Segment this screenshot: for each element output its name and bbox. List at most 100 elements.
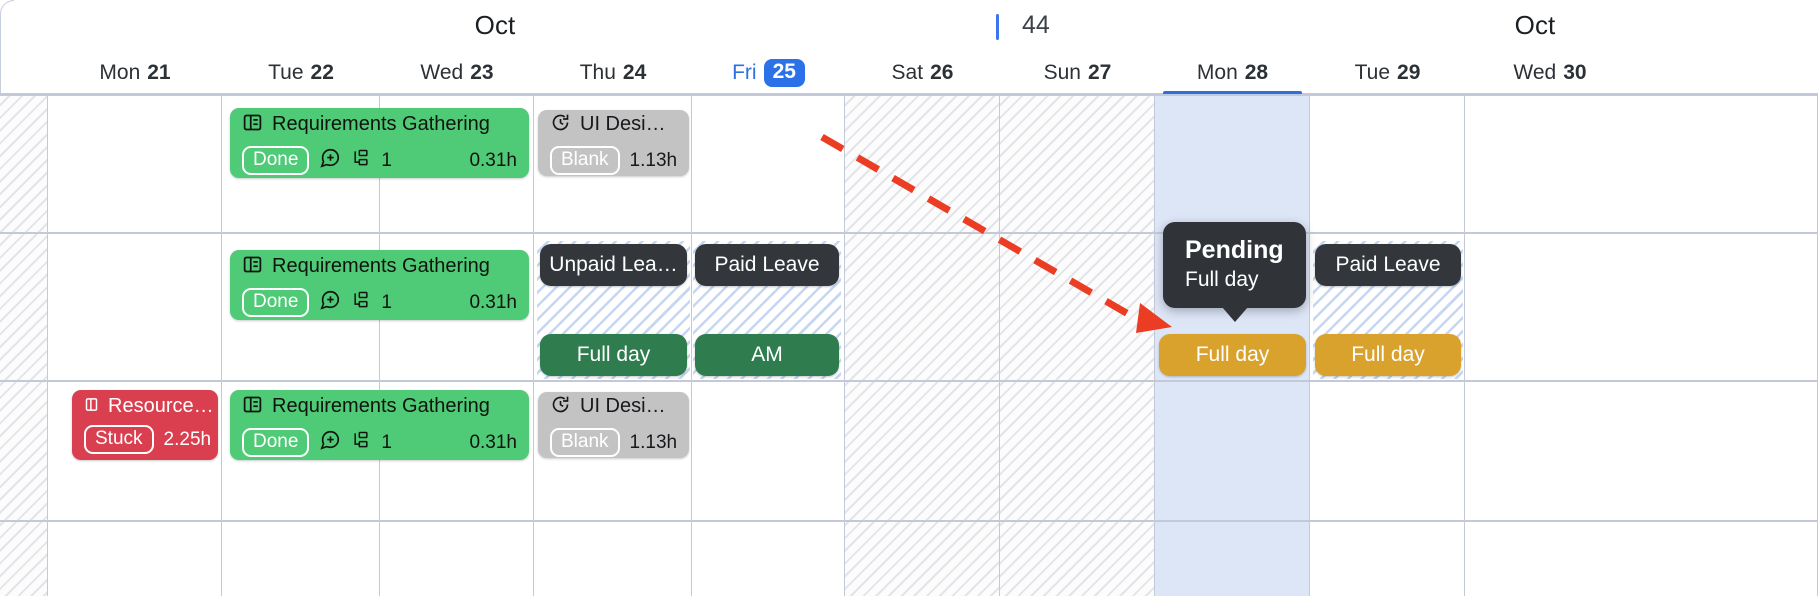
- task-bar-requirements-row2[interactable]: Requirements Gathering Done 1 0.31h: [230, 250, 529, 320]
- leave-duration-pill[interactable]: Full day: [1315, 334, 1461, 376]
- month-label-left: Oct: [474, 10, 516, 40]
- task-title-row: Requirements Gathering: [230, 112, 529, 137]
- day-number-label: 23: [470, 61, 494, 84]
- day-header-mon-21[interactable]: Mon 21: [48, 52, 222, 94]
- task-hours: 2.25h: [163, 429, 212, 450]
- board-icon: [242, 394, 263, 419]
- status-badge: Blank: [550, 427, 620, 457]
- comment-plus-icon[interactable]: [319, 429, 341, 455]
- day-number-label: 27: [1088, 61, 1112, 84]
- task-title-row: UI Desi…: [538, 394, 689, 419]
- day-of-week-label: Thu: [579, 61, 616, 84]
- day-header-thu-24[interactable]: Thu 24: [534, 52, 692, 94]
- day-of-week-label: Sun: [1043, 61, 1081, 84]
- week-divider: [996, 14, 999, 40]
- day-of-week-label: Mon: [99, 61, 141, 84]
- status-badge: Done: [242, 145, 310, 175]
- task-meta-row: Done 1 0.31h: [230, 287, 529, 317]
- tooltip-title: Pending: [1185, 236, 1284, 264]
- subtask-tree-icon: [351, 148, 371, 172]
- task-hours: 1.13h: [629, 431, 678, 453]
- leave-tooltip: Pending Full day: [1163, 222, 1306, 323]
- subtask-tree-icon: [351, 290, 371, 314]
- leave-cell-thu-24[interactable]: Unpaid Lea… Full day: [537, 241, 690, 379]
- task-title-text: UI Desi…: [580, 113, 666, 135]
- day-header-mon-28[interactable]: Mon 28: [1155, 52, 1310, 95]
- task-title-text: Resource…: [108, 395, 214, 417]
- timer-icon: [550, 112, 571, 137]
- leave-duration-pill[interactable]: Full day: [540, 334, 687, 376]
- timeline-grid: Requirements Gathering Done 1 0.31h UI D…: [0, 94, 1818, 596]
- task-hours: 1.13h: [629, 149, 678, 171]
- board-icon: [242, 112, 263, 137]
- timer-icon: [550, 394, 571, 419]
- task-title-row: Requirements Gathering: [230, 254, 529, 279]
- row-divider-1: [0, 232, 1818, 234]
- day-header-tue-22[interactable]: Tue 22: [222, 52, 380, 94]
- tooltip-tail: [1221, 307, 1248, 323]
- subtask-count: 1: [381, 149, 392, 171]
- row-divider-top: [0, 94, 1818, 96]
- day-header: Mon 21 Tue 22 Wed 23 Thu 24 Fri 25 Sat 26 Sun 27 Mon 28…: [0, 52, 1818, 95]
- task-title-text: Requirements Gathering: [272, 395, 490, 417]
- leave-duration-pill[interactable]: AM: [695, 334, 839, 376]
- comment-plus-icon[interactable]: [319, 147, 341, 173]
- day-header-wed-23[interactable]: Wed 23: [380, 52, 534, 94]
- task-meta-row: Blank 1.13h: [538, 427, 689, 457]
- task-title-text: UI Desi…: [580, 395, 666, 417]
- day-of-week-label: Fri: [732, 61, 757, 84]
- task-bar-requirements-row3[interactable]: Requirements Gathering Done 1 0.31h: [230, 390, 529, 460]
- leave-type-pill[interactable]: Paid Leave: [1315, 244, 1461, 286]
- status-badge: Done: [242, 287, 310, 317]
- day-of-week-label: Tue: [1354, 61, 1391, 84]
- day-number-label: 24: [622, 61, 647, 84]
- month-header: Oct 44 Oct: [0, 0, 1818, 52]
- board-icon: [242, 254, 263, 279]
- leave-type-pill[interactable]: Paid Leave: [695, 244, 839, 286]
- day-of-week-label: Sat: [891, 61, 924, 84]
- day-number-label: 25: [763, 59, 805, 87]
- day-header-tue-29[interactable]: Tue 29: [1310, 52, 1465, 94]
- task-hours: 0.31h: [469, 149, 517, 171]
- day-number-label: 26: [930, 61, 954, 84]
- day-number-label: 28: [1244, 61, 1269, 84]
- day-of-week-label: Wed: [1513, 61, 1557, 84]
- task-hours: 0.31h: [469, 291, 517, 313]
- day-of-week-label: Tue: [268, 61, 304, 84]
- status-badge: Blank: [550, 145, 620, 175]
- task-hours: 0.31h: [469, 431, 517, 453]
- day-header-fri-25[interactable]: Fri 25: [692, 52, 845, 94]
- leave-duration-pill[interactable]: Full day: [1159, 334, 1306, 376]
- day-of-week-label: Wed: [420, 61, 464, 84]
- task-bar-resource-row3[interactable]: Resource… Stuck 2.25h: [72, 390, 218, 460]
- leave-type-pill[interactable]: Unpaid Lea…: [540, 244, 687, 286]
- week-number: 44: [1022, 11, 1050, 39]
- board-small-icon: [84, 396, 99, 416]
- task-title-text: Requirements Gathering: [272, 113, 490, 135]
- task-bar-requirements-row1[interactable]: Requirements Gathering Done 1 0.31h: [230, 108, 529, 178]
- leave-cell-tue-29[interactable]: Paid Leave Full day: [1313, 241, 1463, 379]
- day-header-sun-27[interactable]: Sun 27: [1000, 52, 1155, 94]
- task-title-text: Requirements Gathering: [272, 255, 490, 277]
- day-of-week-label: Mon: [1196, 61, 1238, 84]
- task-title-row: Resource…: [72, 396, 218, 416]
- day-number-label: 22: [310, 61, 334, 84]
- task-bar-ui-design-row1[interactable]: UI Desi… Blank 1.13h: [538, 110, 689, 176]
- task-title-row: UI Desi…: [538, 112, 689, 137]
- row-divider-2: [0, 380, 1818, 382]
- day-number-label: 30: [1563, 61, 1587, 84]
- task-bar-ui-design-row3[interactable]: UI Desi… Blank 1.13h: [538, 392, 689, 458]
- leave-cell-fri-25[interactable]: Paid Leave AM: [693, 241, 841, 379]
- month-label-right: Oct: [1514, 10, 1556, 40]
- day-header-wed-30[interactable]: Wed 30: [1465, 52, 1635, 94]
- task-meta-row: Stuck 2.25h: [72, 425, 218, 454]
- tooltip-subtitle: Full day: [1185, 268, 1259, 291]
- subtask-tree-icon: [351, 430, 371, 454]
- status-badge: Done: [242, 427, 310, 457]
- day-number-label: 21: [147, 61, 171, 84]
- task-meta-row: Done 1 0.31h: [230, 427, 529, 457]
- subtask-count: 1: [381, 291, 392, 313]
- day-header-sat-26[interactable]: Sat 26: [845, 52, 1000, 94]
- comment-plus-icon[interactable]: [319, 289, 341, 315]
- row-divider-3: [0, 520, 1818, 522]
